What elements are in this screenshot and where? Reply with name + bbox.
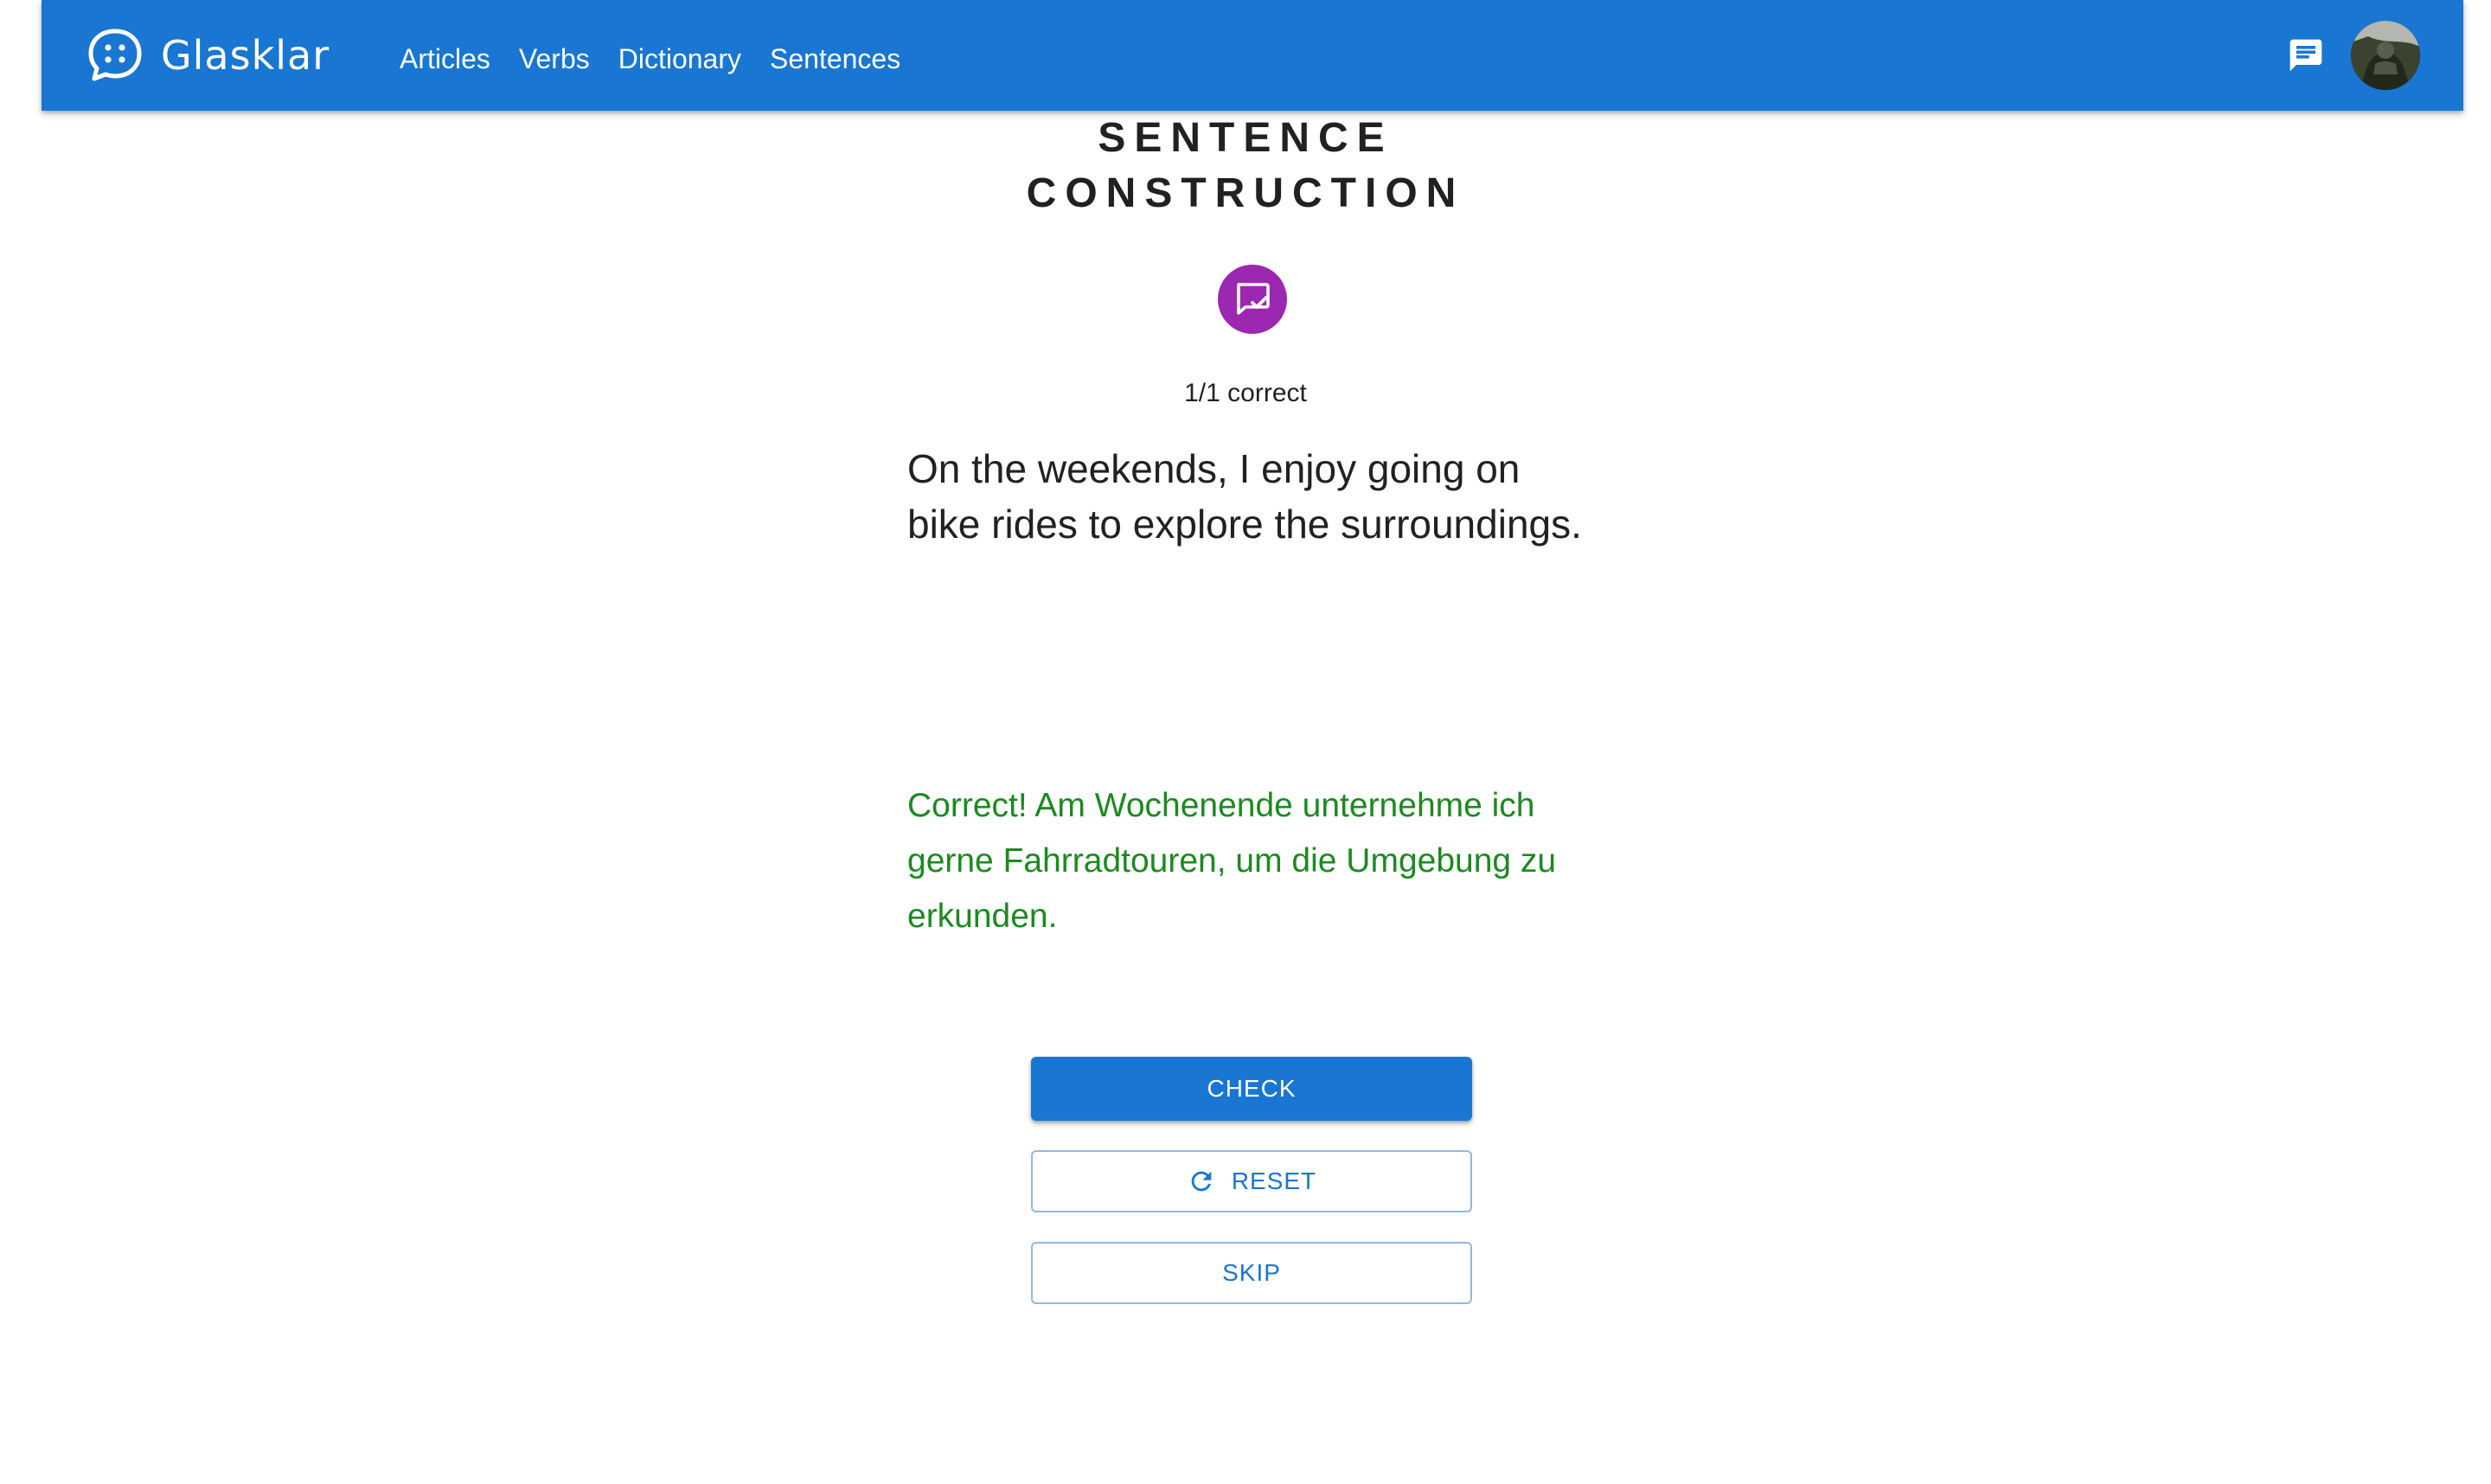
exercise-badge (1218, 265, 1287, 334)
nav-dictionary[interactable]: Dictionary (618, 40, 741, 78)
sentence-prompt: On the weekends, I enjoy going on bike r… (907, 446, 1582, 547)
brand-name: Glasklar (161, 32, 330, 79)
check-button[interactable]: CHECK (1031, 1057, 1472, 1121)
nav-sentences[interactable]: Sentences (770, 40, 900, 78)
refresh-icon (1191, 1171, 1212, 1192)
chat-bubble-dots-icon (88, 29, 142, 81)
message-icon (2289, 39, 2322, 72)
skip-button[interactable]: SKIP (1031, 1242, 1472, 1304)
user-avatar[interactable] (2351, 21, 2420, 90)
reset-button-label: RESET (1231, 1167, 1317, 1194)
nav-articles[interactable]: Articles (400, 40, 490, 78)
title-line-2: CONSTRUCTION (1026, 170, 1465, 216)
avatar-photo (2351, 21, 2420, 90)
brand-logo[interactable]: Glasklar (86, 26, 330, 85)
nav-verbs[interactable]: Verbs (519, 40, 590, 78)
title-line-1: SENTENCE (1098, 115, 1393, 161)
progress-counter: 1/1 correct (1184, 379, 1307, 407)
rate-review-icon (1237, 283, 1270, 315)
feedback-message: Correct! Am Wochenende unternehme ich ge… (907, 787, 1557, 935)
reset-button[interactable]: RESET (1031, 1150, 1472, 1212)
messages-button[interactable] (2282, 31, 2330, 80)
page-title: SENTENCE CONSTRUCTION (900, 111, 1591, 221)
main-nav: Articles Verbs Dictionary Sentences (400, 40, 929, 78)
app-bar: Glasklar Articles Verbs Dictionary Sente… (42, 0, 2463, 111)
